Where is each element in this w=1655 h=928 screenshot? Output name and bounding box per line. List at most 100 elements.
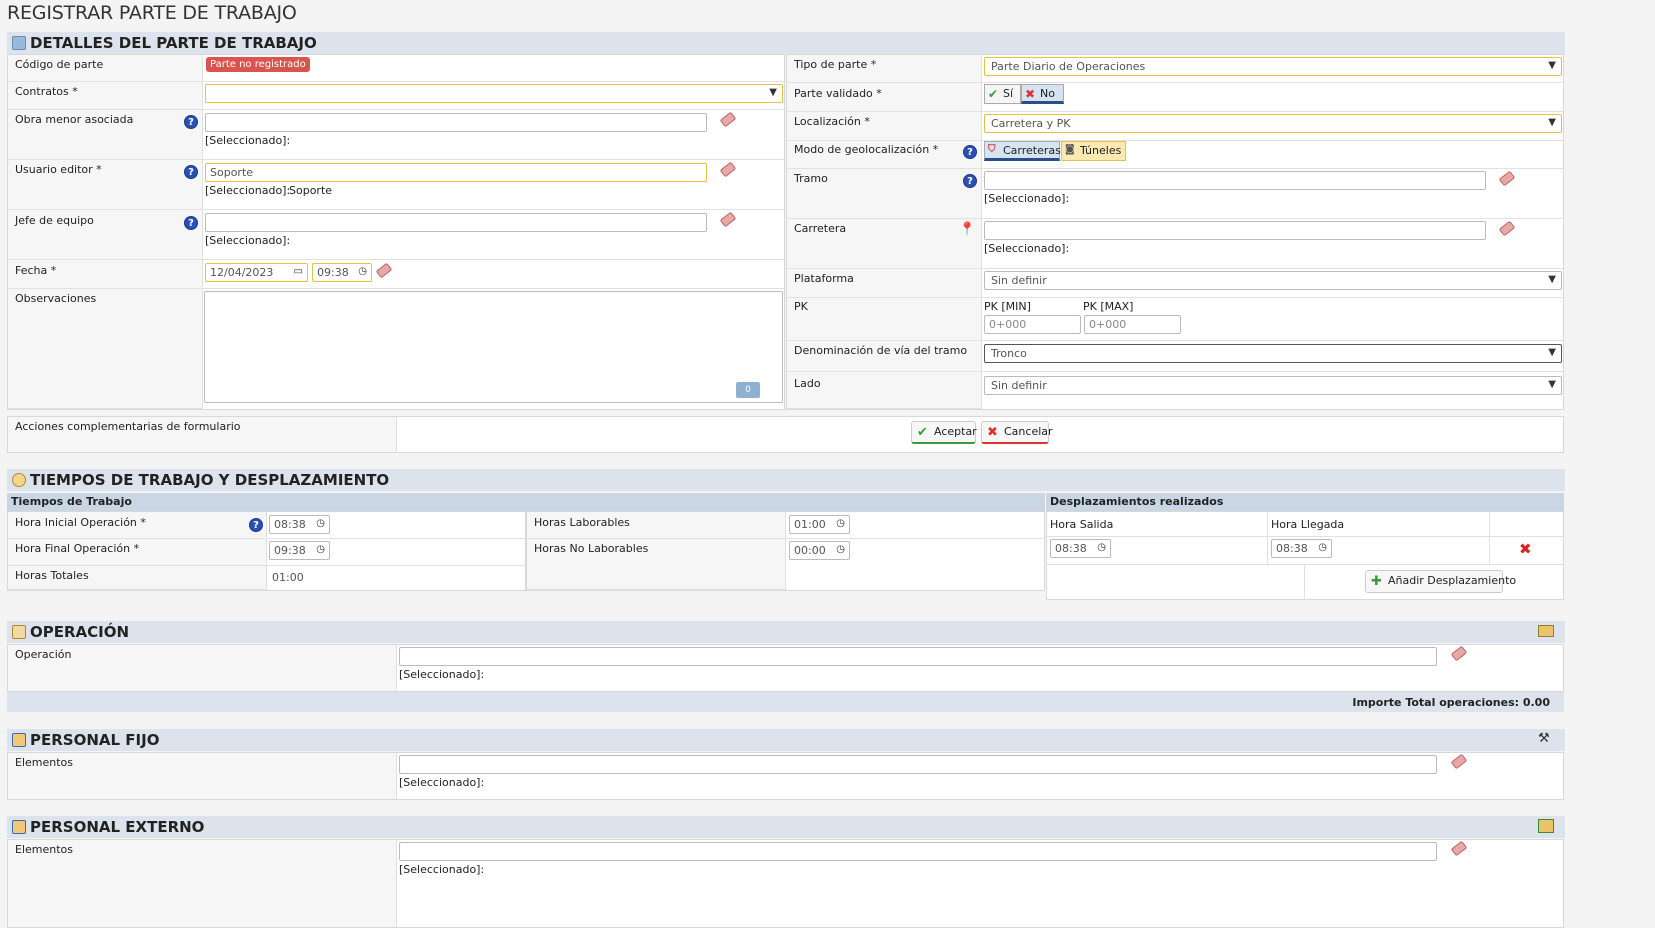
fecha-value: 12/04/2023 <box>210 266 274 279</box>
clock-icon[interactable]: ◷ <box>1097 542 1106 553</box>
importe-bar <box>7 692 1564 712</box>
usuario-selected-value: Soporte <box>289 184 333 197</box>
no-laborables-input[interactable]: 00:00 ◷ <box>789 541 850 560</box>
plataforma-select[interactable]: Sin definir ▼ <box>984 271 1562 290</box>
carretera-label: Carretera <box>794 222 847 235</box>
hora-final-label: Hora Final Operación * <box>15 542 140 555</box>
elementos-label: Elementos <box>15 843 74 856</box>
section-header-personal-fijo: PERSONAL FIJO ⚒ <box>7 729 1565 751</box>
hora-salida-value: 08:38 <box>1055 542 1087 555</box>
tools-icon[interactable]: ⚒ <box>1538 732 1554 746</box>
tuneles-button[interactable]: ◙ Túneles <box>1061 141 1126 161</box>
hora-value: 09:38 <box>317 266 349 279</box>
clock-icon[interactable]: ◷ <box>836 518 845 529</box>
pk-min-input[interactable]: 0+000 <box>984 315 1081 334</box>
no-laborables-value: 00:00 <box>794 544 826 557</box>
localizacion-select[interactable]: Carretera y PK ▼ <box>984 114 1562 133</box>
carreteras-button[interactable]: ⛉ Carreteras <box>984 141 1061 161</box>
hora-salida-input[interactable]: 08:38 ◷ <box>1050 539 1111 558</box>
hora-inicial-input[interactable]: 08:38 ◷ <box>269 515 330 534</box>
char-counter: 0 <box>736 382 760 398</box>
lado-select[interactable]: Sin definir ▼ <box>984 376 1562 395</box>
tramo-selected: [Seleccionado]: <box>984 192 1070 205</box>
section-header-personal-externo: PERSONAL EXTERNO <box>7 816 1565 838</box>
calendar-icon[interactable]: ▭ <box>294 266 303 277</box>
hora-llegada-input[interactable]: 08:38 ◷ <box>1271 539 1332 558</box>
hora-inicial-label: Hora Inicial Operación * <box>15 516 146 529</box>
laborables-input[interactable]: 01:00 ◷ <box>789 515 850 534</box>
help-icon[interactable]: ? <box>184 216 198 230</box>
section-header-detalles: DETALLES DEL PARTE DE TRABAJO <box>7 32 1565 54</box>
section-header-tiempos: TIEMPOS DE TRABAJO Y DESPLAZAMIENTO <box>7 469 1565 491</box>
geoloc-label: Modo de geolocalización * <box>794 143 939 156</box>
document-icon <box>12 36 26 50</box>
si-label: Sí <box>1003 87 1014 100</box>
tramo-input[interactable] <box>984 171 1486 190</box>
envelope-icon <box>12 625 26 639</box>
denominacion-value: Tronco <box>991 347 1027 360</box>
usuario-selected-label: [Seleccionado]: <box>205 184 291 197</box>
acciones-label: Acciones complementarias de formulario <box>15 420 241 433</box>
person-icon <box>12 820 26 834</box>
x-icon: ✖ <box>1025 87 1036 101</box>
usuario-label: Usuario editor * <box>15 163 102 176</box>
external-staff-icon[interactable] <box>1538 819 1554 833</box>
codigo-label: Código de parte <box>15 58 104 71</box>
validado-si-button[interactable]: ✔ Sí <box>984 84 1021 104</box>
observaciones-textarea[interactable] <box>204 291 783 403</box>
plataforma-label: Plataforma <box>794 272 854 285</box>
help-icon[interactable]: ? <box>249 518 263 532</box>
localizacion-label: Localización * <box>794 115 870 128</box>
cancelar-button[interactable]: ✖ Cancelar <box>981 421 1053 444</box>
usuario-input[interactable]: Soporte <box>205 163 707 182</box>
page-title: REGISTRAR PARTE DE TRABAJO <box>7 2 297 24</box>
clock-icon[interactable]: ◷ <box>1318 542 1327 553</box>
fecha-input[interactable]: 12/04/2023 ▭ <box>205 263 308 282</box>
check-icon: ✔ <box>988 87 999 101</box>
pk-label: PK <box>794 300 808 313</box>
clock-icon[interactable]: ◷ <box>316 544 325 555</box>
personal-fijo-input[interactable] <box>399 755 1437 774</box>
validado-no-button[interactable]: ✖ No <box>1021 84 1064 104</box>
contratos-label: Contratos * <box>15 85 78 98</box>
help-icon[interactable]: ? <box>963 174 977 188</box>
denominacion-select[interactable]: Tronco ▼ <box>984 344 1562 363</box>
check-icon: ✔ <box>917 425 928 440</box>
map-pin-icon[interactable]: 📍 <box>959 223 975 237</box>
contratos-select[interactable]: ▼ <box>205 84 783 103</box>
personal-externo-input[interactable] <box>399 842 1437 861</box>
help-icon[interactable]: ? <box>963 145 977 159</box>
clock-icon[interactable]: ◷ <box>316 518 325 529</box>
fecha-label: Fecha * <box>15 264 57 277</box>
tramo-label: Tramo <box>794 172 828 185</box>
clock-icon[interactable]: ◷ <box>358 266 367 277</box>
obra-input[interactable] <box>205 113 707 132</box>
carretera-selected: [Seleccionado]: <box>984 242 1070 255</box>
tiempos-trabajo-header: Tiempos de Trabajo <box>7 493 1045 511</box>
jefe-label: Jefe de equipo <box>15 214 94 227</box>
chevron-down-icon: ▼ <box>769 87 777 98</box>
operacion-input[interactable] <box>399 647 1437 666</box>
carretera-input[interactable] <box>984 221 1486 240</box>
clock-icon[interactable]: ◷ <box>836 544 845 555</box>
aceptar-button[interactable]: ✔ Aceptar <box>911 421 977 444</box>
chevron-down-icon: ▼ <box>1548 379 1556 390</box>
horas-totales-label: Horas Totales <box>15 569 89 582</box>
pk-min-label: PK [MIN] <box>984 300 1031 313</box>
lado-label: Lado <box>794 377 821 390</box>
personal-fijo-selected: [Seleccionado]: <box>399 776 485 789</box>
hora-input[interactable]: 09:38 ◷ <box>312 263 372 282</box>
jefe-input[interactable] <box>205 213 707 232</box>
add-operation-icon[interactable] <box>1538 625 1554 637</box>
tipo-select[interactable]: Parte Diario de Operaciones ▼ <box>984 57 1562 76</box>
hora-final-input[interactable]: 09:38 ◷ <box>269 541 330 560</box>
pk-max-input[interactable]: 0+000 <box>1084 315 1181 334</box>
delete-icon[interactable]: ✖ <box>1519 540 1532 558</box>
help-icon[interactable]: ? <box>184 115 198 129</box>
no-label: No <box>1040 87 1055 100</box>
person-icon <box>12 733 26 747</box>
help-icon[interactable]: ? <box>184 165 198 179</box>
anadir-desplazamiento-button[interactable]: ✚ Añadir Desplazamiento <box>1365 570 1516 593</box>
no-laborables-label: Horas No Laborables <box>534 542 649 555</box>
tipo-value: Parte Diario de Operaciones <box>991 60 1146 73</box>
